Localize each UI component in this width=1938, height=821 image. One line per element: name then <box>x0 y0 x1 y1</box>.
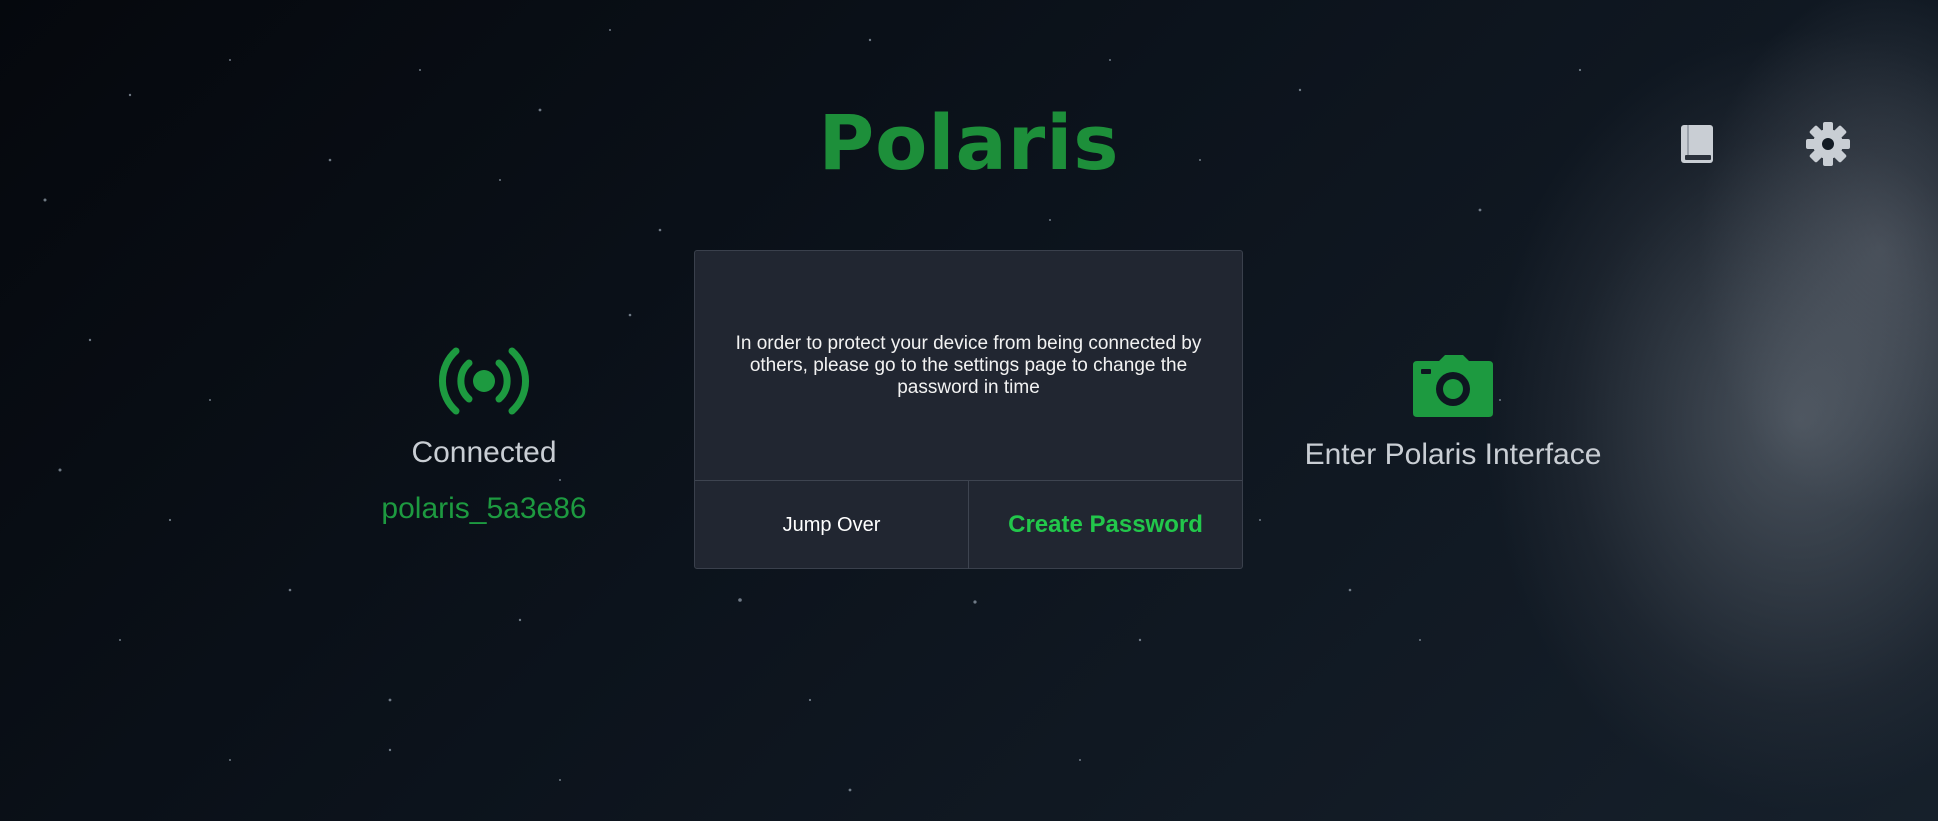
book-icon[interactable] <box>1673 120 1721 168</box>
app-title: Polaris <box>818 98 1120 187</box>
signal-broadcast-icon <box>439 347 529 415</box>
wifi-ssid: polaris_5a3e86 <box>381 492 587 525</box>
enter-interface-button[interactable]: Enter Polaris Interface <box>1253 355 1653 473</box>
connection-status-text: Connected <box>411 436 557 469</box>
password-warning-dialog: In order to protect your device from bei… <box>694 250 1243 569</box>
connection-status-panel: Connected polaris_5a3e86 <box>334 345 634 527</box>
dialog-message: In order to protect your device from bei… <box>735 332 1202 398</box>
create-password-button[interactable]: Create Password <box>969 481 1242 569</box>
enter-interface-label: Enter Polaris Interface <box>1304 438 1602 471</box>
gear-icon[interactable] <box>1804 120 1852 168</box>
camera-icon <box>1413 355 1493 417</box>
jump-over-button[interactable]: Jump Over <box>695 481 969 569</box>
